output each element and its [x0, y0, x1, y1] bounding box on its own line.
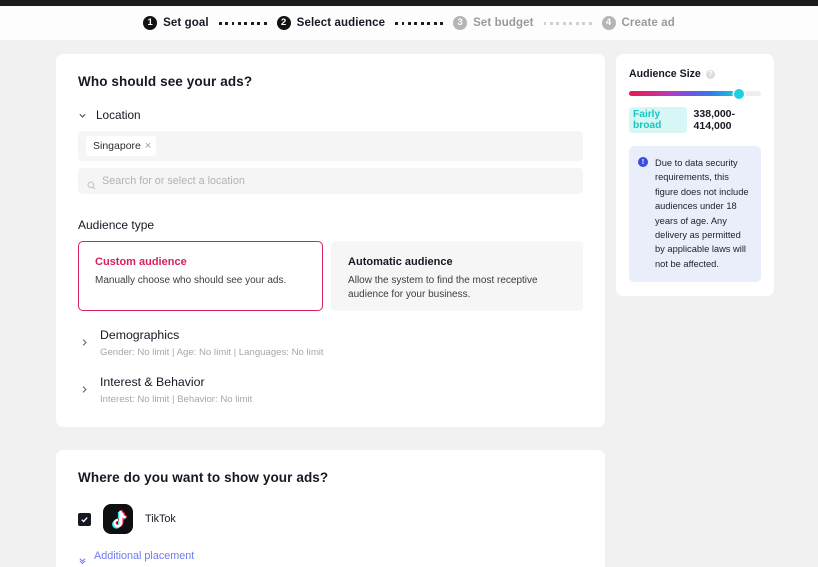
- step-label: Select audience: [296, 17, 386, 29]
- step-set-goal[interactable]: 1 Set goal: [143, 16, 209, 30]
- step-set-budget[interactable]: 3 Set budget: [453, 16, 533, 30]
- data-security-notice: ! Due to data security requirements, thi…: [629, 146, 761, 283]
- gauge-handle[interactable]: [733, 88, 744, 99]
- option-description: Allow the system to find the most recept…: [348, 275, 538, 300]
- accordion-summary: Interest: No limit | Behavior: No limit: [100, 394, 253, 405]
- audience-size-range: 338,000-414,000: [693, 108, 735, 132]
- gauge-fill: [629, 91, 739, 96]
- placement-title: Where do you want to show your ads?: [78, 470, 329, 485]
- audience-type-automatic[interactable]: Automatic audience Allow the system to f…: [331, 241, 583, 311]
- step-label: Set budget: [473, 17, 534, 29]
- side-column: Audience Size ? Fairly broad 338,000-414…: [616, 54, 774, 297]
- additional-placement-toggle[interactable]: Additional placement: [78, 550, 583, 564]
- checkbox-tiktok[interactable]: [78, 512, 91, 526]
- location-tag-container: Singapore ×: [78, 131, 583, 161]
- audience-size-readout: Fairly broad 338,000-414,000: [629, 107, 761, 133]
- accordion-title: Interest & Behavior: [100, 375, 205, 389]
- placement-card: Where do you want to show your ads? TikT…: [56, 450, 605, 567]
- chevrons-down-icon: [78, 552, 87, 564]
- option-description: Manually choose who should see your ads.: [95, 275, 287, 286]
- chevron-right-icon: [80, 381, 89, 393]
- chevron-down-icon: [78, 111, 87, 120]
- option-title: Automatic audience: [348, 256, 453, 268]
- stepper-connector-2: [395, 16, 444, 30]
- search-icon: [87, 177, 96, 189]
- step-number: 3: [453, 16, 468, 30]
- placement-label: TikTok: [145, 513, 176, 525]
- status-badge: Fairly broad: [629, 107, 687, 133]
- location-search-row[interactable]: Search for or select a location: [78, 168, 583, 194]
- step-number: 1: [143, 16, 158, 30]
- stepper-connector-3: [543, 16, 592, 30]
- audience-type-custom[interactable]: Custom audience Manually choose who shou…: [78, 241, 324, 311]
- location-tag-singapore[interactable]: Singapore ×: [86, 136, 157, 156]
- placement-row-tiktok[interactable]: TikTok: [78, 504, 583, 534]
- stepper-connector-1: [218, 16, 267, 30]
- info-icon: !: [638, 157, 648, 167]
- audience-size-title: Audience Size: [629, 68, 701, 80]
- chevron-right-icon: [80, 334, 89, 346]
- progress-stepper: 1 Set goal 2 Select audience 3 Set budge…: [0, 6, 818, 40]
- accordion-title: Demographics: [100, 328, 180, 342]
- audience-type-label: Audience type: [78, 218, 155, 232]
- additional-placement-label[interactable]: Additional placement: [94, 550, 194, 562]
- option-title: Custom audience: [95, 256, 187, 268]
- audience-size-panel: Audience Size ? Fairly broad 338,000-414…: [616, 54, 774, 297]
- location-label: Location: [96, 108, 141, 122]
- main-column: Who should see your ads? Location Singap…: [56, 54, 605, 567]
- audience-type-options: Custom audience Manually choose who shou…: [78, 241, 583, 311]
- tiktok-logo: [103, 504, 133, 534]
- step-label: Set goal: [163, 17, 209, 29]
- audience-size-header: Audience Size ?: [629, 68, 761, 80]
- location-tag-label: Singapore: [93, 140, 141, 152]
- notice-text: Due to data security requirements, this …: [655, 158, 749, 269]
- step-number: 4: [601, 16, 616, 30]
- audience-size-gauge: [629, 88, 761, 99]
- step-number: 2: [276, 16, 291, 30]
- step-create-ad[interactable]: 4 Create ad: [601, 16, 675, 30]
- help-icon[interactable]: ?: [705, 69, 715, 79]
- page-title: Who should see your ads?: [78, 74, 253, 89]
- step-label: Create ad: [621, 17, 675, 29]
- search-input-placeholder[interactable]: Search for or select a location: [102, 175, 245, 187]
- accordion-summary: Gender: No limit | Age: No limit | Langu…: [100, 347, 324, 358]
- close-icon[interactable]: ×: [145, 140, 151, 152]
- app-root: 1 Set goal 2 Select audience 3 Set budge…: [0, 0, 818, 567]
- step-select-audience[interactable]: 2 Select audience: [276, 16, 386, 30]
- audience-card: Who should see your ads? Location Singap…: [56, 54, 605, 427]
- accordion-demographics[interactable]: Demographics Gender: No limit | Age: No …: [78, 311, 583, 358]
- accordion-interest-behavior[interactable]: Interest & Behavior Interest: No limit |…: [78, 358, 583, 405]
- location-section-header[interactable]: Location: [78, 108, 583, 122]
